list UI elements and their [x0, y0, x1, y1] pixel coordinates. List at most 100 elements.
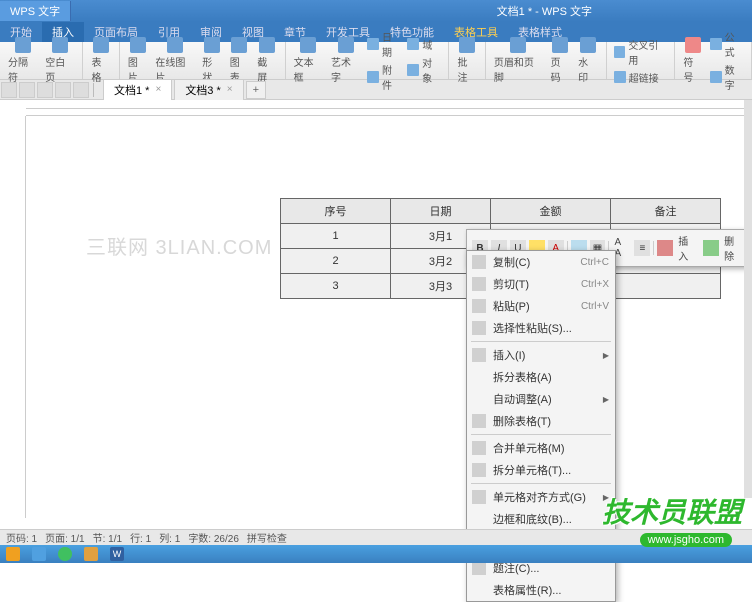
- shapes-icon: [204, 37, 220, 53]
- ribbon-date[interactable]: 日期: [364, 28, 404, 60]
- ribbon-textbox[interactable]: 文本框: [290, 35, 327, 86]
- ctx-cut[interactable]: 剪切(T)Ctrl+X: [467, 273, 615, 295]
- vertical-scrollbar[interactable]: [744, 100, 752, 498]
- doc-tab-2-label: 文档3 *: [185, 82, 220, 98]
- document-tabs: 文档1 * × 文档3 * × +: [103, 80, 268, 99]
- ribbon-toolbar: 分隔符 空白页 表格 图片 在线图片 形状 图表 截屏 文本框 艺术字 日期 附…: [0, 42, 752, 80]
- vertical-ruler[interactable]: [0, 116, 26, 518]
- close-tab-2-icon[interactable]: ×: [227, 84, 233, 95]
- status-spell[interactable]: 拼写检查: [247, 530, 287, 545]
- ribbon-blank-page[interactable]: 空白页: [41, 35, 78, 86]
- chart-icon: [231, 37, 247, 53]
- doc-tab-1-label: 文档1 *: [114, 82, 149, 98]
- ribbon-header-footer[interactable]: 页眉和页脚: [490, 35, 547, 86]
- ribbon-wordart[interactable]: 艺术字: [327, 35, 364, 86]
- document-canvas[interactable]: 三联网 3LIAN.COM 序号 日期 金额 备注 1 3月1 2 3月2: [26, 116, 752, 518]
- separator-icon: [15, 37, 31, 53]
- ribbon-hyperlink[interactable]: 超链接: [611, 69, 671, 86]
- ctx-paste-special[interactable]: 选择性粘贴(S)...: [467, 317, 615, 339]
- qat-redo[interactable]: [73, 82, 89, 98]
- workspace: 三联网 3LIAN.COM 序号 日期 金额 备注 1 3月1 2 3月2: [0, 116, 752, 518]
- th-index[interactable]: 序号: [281, 199, 391, 224]
- ribbon-equation[interactable]: 公式: [707, 28, 747, 60]
- new-tab-button[interactable]: +: [246, 81, 266, 99]
- th-remark[interactable]: 备注: [611, 199, 721, 224]
- ribbon-symbol[interactable]: 符号: [679, 35, 707, 86]
- cross-ref-icon: [614, 46, 626, 58]
- ribbon-page-num[interactable]: 页码: [547, 35, 574, 86]
- close-tab-1-icon[interactable]: ×: [155, 84, 161, 95]
- ctx-paste[interactable]: 粘贴(P)Ctrl+V: [467, 295, 615, 317]
- ctx-cell-align[interactable]: 单元格对齐方式(G)▶: [467, 486, 615, 508]
- bullet-list-button[interactable]: ≡: [634, 240, 650, 256]
- taskbar-browser[interactable]: [52, 545, 78, 563]
- ribbon-attachment[interactable]: 附件: [364, 61, 404, 93]
- qat-save[interactable]: [19, 82, 35, 98]
- qat-print[interactable]: [37, 82, 53, 98]
- paste-icon: [472, 299, 486, 313]
- ctx-split-table[interactable]: 拆分表格(A): [467, 366, 615, 388]
- horizontal-ruler[interactable]: [26, 100, 752, 116]
- windows-taskbar: W: [0, 545, 752, 563]
- ctx-copy[interactable]: 复制(C)Ctrl+C: [467, 251, 615, 273]
- ctx-delete-table[interactable]: 删除表格(T): [467, 410, 615, 432]
- ctx-borders[interactable]: 边框和底纹(B)...: [467, 508, 615, 530]
- table-icon: [93, 37, 109, 53]
- cell[interactable]: 1: [281, 224, 391, 249]
- header-footer-icon: [510, 37, 526, 53]
- cell[interactable]: 2: [281, 249, 391, 274]
- logo-url: www.jsgho.com: [640, 533, 732, 547]
- status-bar: 页码: 1 页面: 1/1 节: 1/1 行: 1 列: 1 字数: 26/26…: [0, 529, 752, 545]
- ribbon-field[interactable]: 域: [404, 36, 444, 53]
- copy-icon: [472, 255, 486, 269]
- ribbon-watermark[interactable]: 水印: [574, 35, 601, 86]
- ctx-auto-fit[interactable]: 自动调整(A)▶: [467, 388, 615, 410]
- cell[interactable]: [611, 274, 721, 299]
- mini-delete-label[interactable]: 删除: [722, 233, 746, 263]
- split-cells-icon: [472, 463, 486, 477]
- watermark-icon: [580, 37, 596, 53]
- status-page-of: 页面: 1/1: [45, 530, 84, 545]
- ribbon-object[interactable]: 对象: [404, 54, 444, 86]
- ribbon-cross-ref[interactable]: 交叉引用: [611, 36, 671, 68]
- cut-icon: [472, 277, 486, 291]
- paste-special-icon: [472, 321, 486, 335]
- delete-table-icon: [472, 414, 486, 428]
- title-bar: WPS 文字 文档1 * - WPS 文字: [0, 0, 752, 22]
- ctx-merge-cells[interactable]: 合并单元格(M): [467, 437, 615, 459]
- online-picture-icon: [167, 37, 183, 53]
- doc-tab-2[interactable]: 文档3 * ×: [174, 79, 243, 101]
- wordart-icon: [338, 37, 354, 53]
- status-line: 行: 1: [130, 530, 151, 545]
- ctx-insert[interactable]: 插入(I)▶: [467, 344, 615, 366]
- qat-new[interactable]: [1, 82, 17, 98]
- ribbon-number[interactable]: 数字: [707, 61, 747, 93]
- status-col: 列: 1: [159, 530, 180, 545]
- ctx-split-cells[interactable]: 拆分单元格(T)...: [467, 459, 615, 481]
- taskbar-explorer[interactable]: [26, 545, 52, 563]
- qat-undo[interactable]: [55, 82, 71, 98]
- th-amount[interactable]: 金额: [491, 199, 611, 224]
- ctx-table-props[interactable]: 表格属性(R)...: [467, 579, 615, 601]
- mini-insert-label[interactable]: 插入: [676, 233, 700, 263]
- cell[interactable]: 3: [281, 274, 391, 299]
- start-button[interactable]: [0, 545, 26, 563]
- textbox-icon: [300, 37, 316, 53]
- mini-delete-icon[interactable]: [703, 240, 719, 256]
- taskbar-wps[interactable]: W: [104, 545, 130, 563]
- table-header-row: 序号 日期 金额 备注: [281, 199, 721, 224]
- mini-insert-icon[interactable]: [657, 240, 673, 256]
- th-date[interactable]: 日期: [391, 199, 491, 224]
- attachment-icon: [367, 71, 379, 83]
- app-name: WPS 文字: [0, 1, 71, 21]
- doc-tab-1[interactable]: 文档1 * ×: [103, 79, 172, 101]
- caption-icon: [472, 561, 486, 575]
- taskbar-folder[interactable]: [78, 545, 104, 563]
- ribbon-comment[interactable]: 批注: [453, 35, 480, 86]
- number-icon: [710, 71, 722, 83]
- cell-align-icon: [472, 490, 486, 504]
- field-icon: [407, 38, 419, 50]
- ribbon-screenshot[interactable]: 截屏: [253, 35, 280, 86]
- ribbon-separator[interactable]: 分隔符: [4, 35, 41, 86]
- status-section: 节: 1/1: [93, 530, 122, 545]
